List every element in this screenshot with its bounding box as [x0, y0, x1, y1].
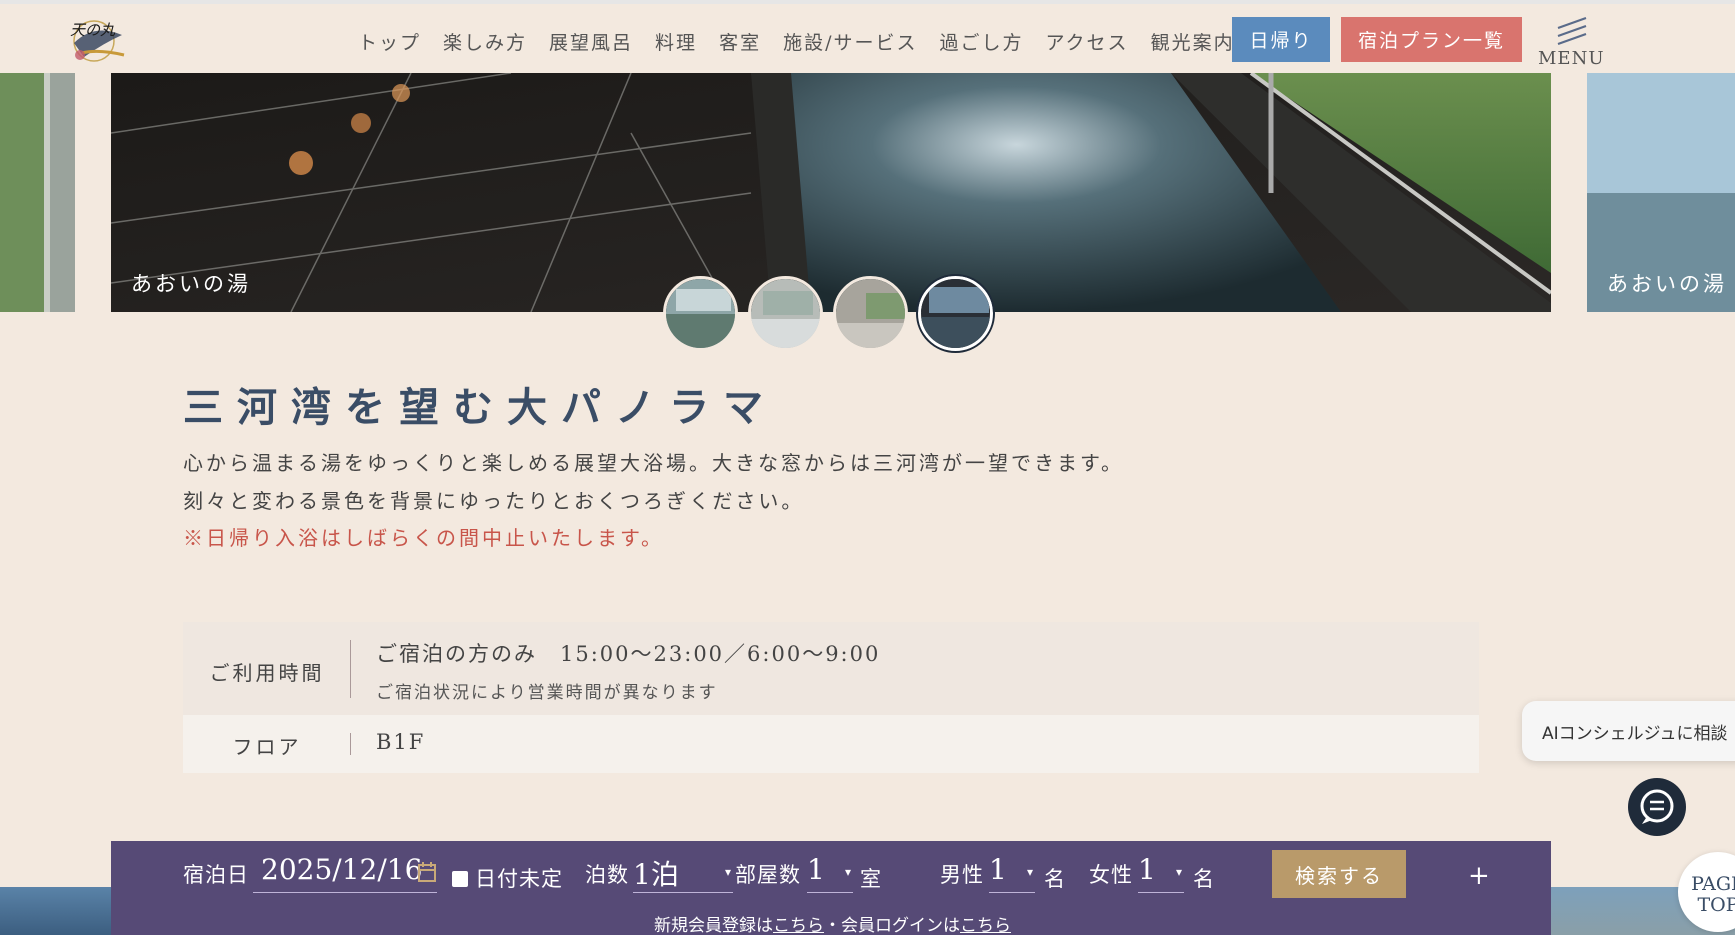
pagetop-line-1: PAGE: [1691, 873, 1735, 895]
female-value: 1: [1138, 853, 1156, 886]
date-value: 2025/12/16: [261, 853, 423, 886]
chevron-down-icon: ▾: [724, 865, 731, 879]
booking-search-bar: 宿泊日 2025/12/16 日付未定 泊数 1泊 ▾ 部屋数 1 ▾ 室 男性 1…: [111, 841, 1551, 935]
slider-thumbnails: [663, 274, 995, 353]
nights-value: 1泊: [633, 858, 679, 891]
slide-caption-next: あおいの湯: [1607, 272, 1727, 296]
hours-label: ご利用時間: [209, 661, 325, 685]
nav-enjoy[interactable]: 楽しみ方: [443, 28, 527, 55]
info-row-floor: フロア B1F: [183, 715, 1479, 773]
thumbnail-1[interactable]: [663, 276, 738, 351]
svg-text:天の丸: 天の丸: [70, 21, 116, 39]
info-row-hours: ご利用時間 ご宿泊の方のみ 15:00～23:00／6:00～9:00 ご宿泊状…: [183, 622, 1479, 715]
nav-top[interactable]: トップ: [358, 28, 421, 55]
nav-facilities[interactable]: 施設/サービス: [783, 28, 917, 55]
menu-label: MENU: [1538, 48, 1605, 69]
hours-note: ご宿泊状況により営業時間が異なります: [376, 683, 718, 703]
menu-icon: [1557, 16, 1587, 46]
link-separator: ・: [824, 916, 841, 935]
description-line-1: 心から温まる湯をゆっくりと楽しめる展望大浴場。大きな窓からは三河湾が一望できます…: [183, 451, 1124, 475]
nav-rooms[interactable]: 客室: [719, 28, 761, 55]
thumbnail-2[interactable]: [748, 276, 823, 351]
hours-value: ご宿泊の方のみ 15:00～23:00／6:00～9:00: [376, 642, 881, 666]
expand-icon[interactable]: +: [1468, 861, 1490, 891]
slide-caption: あおいの湯: [131, 272, 251, 296]
calendar-icon: [418, 862, 436, 882]
male-unit: 名: [1044, 867, 1066, 891]
female-select[interactable]: 1 ▾: [1138, 853, 1184, 893]
nav-sightseeing[interactable]: 観光案内: [1151, 28, 1235, 55]
chat-button[interactable]: [1628, 778, 1686, 836]
register-link[interactable]: こちら: [773, 916, 824, 935]
rooms-select[interactable]: 1 ▾: [807, 853, 853, 893]
row-divider: [350, 640, 351, 698]
date-input[interactable]: 2025/12/16: [253, 853, 437, 893]
section-heading: 三河湾を望む大パノラマ: [183, 384, 777, 431]
nights-select[interactable]: 1泊 ▾: [633, 853, 733, 893]
day-trip-button[interactable]: 日帰り: [1232, 17, 1330, 62]
search-submit-button[interactable]: 検索する: [1272, 850, 1406, 898]
pagetop-line-2: TOP: [1697, 894, 1735, 916]
slide-prev[interactable]: [0, 73, 75, 312]
chevron-down-icon: ▾: [1175, 865, 1182, 879]
nav-bath[interactable]: 展望風呂: [549, 28, 633, 55]
site-logo[interactable]: 天の丸: [64, 13, 132, 65]
chevron-down-icon: ▾: [1026, 865, 1033, 879]
rooms-label: 部屋数: [735, 863, 801, 887]
login-link[interactable]: こちら: [960, 916, 1011, 935]
floor-value: B1F: [376, 730, 426, 754]
ai-concierge-button[interactable]: AIコンシェルジュに相談: [1522, 701, 1735, 761]
member-links: 新規会員登録はこちら・会員ログインはこちら: [654, 911, 1011, 935]
login-text: 会員ログインは: [841, 916, 960, 935]
bottom-image-left: [0, 887, 111, 935]
chevron-down-icon: ▾: [844, 865, 851, 879]
female-unit: 名: [1193, 867, 1215, 891]
male-label: 男性: [940, 863, 984, 887]
site-header: 天の丸 トップ 楽しみ方 展望風呂 料理 客室 施設/サービス 過ごし方 アクセ…: [0, 4, 1735, 73]
info-table: ご利用時間 ご宿泊の方のみ 15:00～23:00／6:00～9:00 ご宿泊状…: [183, 622, 1479, 773]
stay-plans-button[interactable]: 宿泊プラン一覧: [1341, 17, 1522, 62]
male-select[interactable]: 1 ▾: [989, 853, 1035, 893]
male-value: 1: [989, 853, 1007, 886]
chat-icon: [1640, 789, 1674, 824]
row-divider: [350, 733, 351, 755]
nav-access[interactable]: アクセス: [1046, 28, 1129, 55]
date-undecided-checkbox[interactable]: [452, 871, 468, 887]
date-undecided-label: 日付未定: [475, 867, 563, 891]
nav-stay[interactable]: 過ごし方: [939, 28, 1023, 55]
rooms-value: 1: [807, 853, 825, 886]
nights-label: 泊数: [585, 863, 629, 887]
female-label: 女性: [1089, 863, 1133, 887]
register-text: 新規会員登録は: [654, 916, 773, 935]
main-nav: トップ 楽しみ方 展望風呂 料理 客室 施設/サービス 過ごし方 アクセス 観光…: [358, 28, 1257, 55]
nav-cuisine[interactable]: 料理: [655, 28, 697, 55]
menu-button[interactable]: MENU: [1538, 14, 1604, 70]
description-line-2: 刻々と変わる景色を背景にゆったりとおくつろぎください。: [183, 489, 805, 513]
notice-text: ※日帰り入浴はしばらくの間中止いたします。: [183, 526, 664, 550]
date-label: 宿泊日: [183, 863, 249, 887]
rooms-unit: 室: [860, 867, 882, 891]
floor-label: フロア: [232, 735, 302, 759]
thumbnail-3[interactable]: [833, 276, 908, 351]
slide-next[interactable]: あおいの湯: [1587, 73, 1735, 312]
thumbnail-4-active[interactable]: [916, 274, 995, 353]
